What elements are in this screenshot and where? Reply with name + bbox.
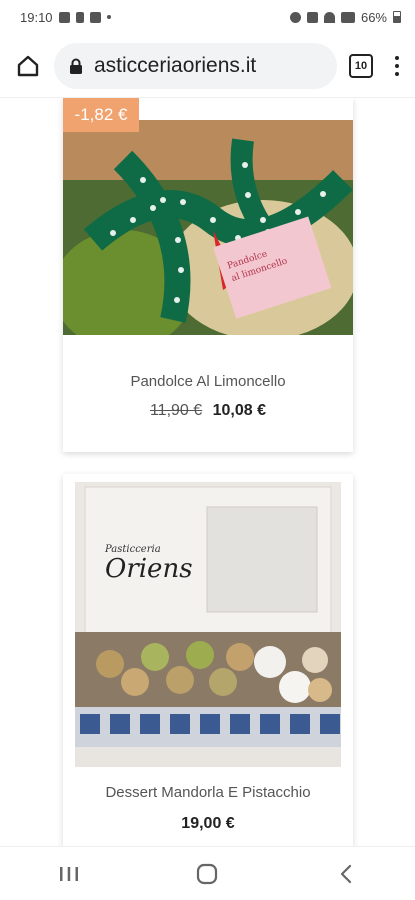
home-button[interactable] (10, 48, 46, 84)
product-image[interactable]: Pandolce al limoncello (63, 120, 353, 335)
status-time: 19:10 (20, 9, 53, 25)
product-info: Dessert Mandorla E Pistacchio 19,00 € (63, 784, 353, 833)
home-circle-icon (197, 863, 218, 884)
tabs-button[interactable]: 10 (349, 53, 373, 78)
box-brand: Oriens (105, 554, 193, 584)
tab-count: 10 (354, 59, 368, 72)
mute-icon (306, 11, 318, 23)
product-card[interactable]: -1,82 € Pandolce al limoncello Pandolce … (63, 98, 353, 452)
product-name[interactable]: Dessert Mandorla E Pistacchio (63, 784, 353, 801)
image-notification-icon (58, 11, 70, 23)
battery-icon (393, 11, 401, 23)
status-bar: 19:10 66% (0, 0, 415, 34)
browser-toolbar: asticceriaoriens.it 10 (0, 34, 415, 98)
wifi-icon (323, 11, 335, 23)
status-right: 66% (289, 9, 401, 25)
old-price: 11,90 € (149, 402, 203, 419)
back-button[interactable] (326, 854, 366, 894)
lock-icon (70, 58, 82, 74)
recents-icon (60, 866, 79, 881)
price-row: 19,00 € (63, 815, 353, 833)
alarm-icon (289, 11, 301, 23)
url-text: asticceriaoriens.it (94, 53, 257, 77)
more-vert-icon[interactable] (389, 52, 405, 80)
product-price: 19,00 € (181, 815, 235, 832)
back-icon (340, 864, 351, 883)
system-nav-bar (0, 846, 415, 900)
status-left: 19:10 (20, 10, 111, 25)
discount-badge: -1,82 € (63, 98, 139, 132)
product-card[interactable]: Pasticceria Oriens Dessert Mandorla E Pi… (63, 474, 353, 846)
home-icon (17, 55, 39, 76)
product-name[interactable]: Pandolce Al Limoncello (63, 373, 353, 390)
bluetooth-icon (75, 11, 84, 23)
more-notifications-icon (106, 15, 111, 19)
sale-price: 10,08 € (212, 402, 267, 419)
home-nav-button[interactable] (187, 854, 227, 894)
price-row: 11,90 € 10,08 € (63, 402, 353, 420)
recents-button[interactable] (49, 854, 89, 894)
product-info: Pandolce Al Limoncello 11,90 € 10,08 € (63, 373, 353, 420)
url-bar[interactable]: asticceriaoriens.it (54, 42, 337, 89)
battery-percent: 66% (360, 9, 387, 25)
page-content[interactable]: -1,82 € Pandolce al limoncello Pandolce … (0, 98, 415, 846)
gallery-notification-icon (89, 11, 101, 23)
product-image[interactable]: Pasticceria Oriens (75, 482, 341, 767)
signal-icon (340, 11, 355, 23)
